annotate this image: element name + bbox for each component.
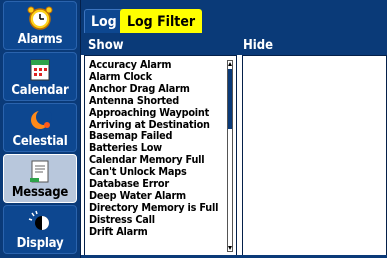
message-log-icon	[30, 160, 49, 183]
scroll-thumb[interactable]	[228, 69, 232, 129]
celestial-icon	[31, 109, 52, 129]
tab-bar: Log Log Filter	[81, 0, 387, 37]
list-item[interactable]: Drift Alarm	[89, 225, 236, 238]
hide-column-header: Hide	[243, 38, 274, 53]
column-headers: Show Hide	[81, 37, 387, 55]
hide-list[interactable]	[242, 55, 387, 256]
sidebar-item-label: Display	[16, 236, 64, 251]
list-item[interactable]: Antenna Shorted	[89, 94, 236, 107]
sidebar-item-celestial[interactable]: Celestial	[3, 103, 77, 152]
list-item[interactable]: Approaching Waypoint	[89, 106, 236, 119]
tab-log-filter[interactable]: Log Filter	[120, 9, 203, 33]
sidebar-item-label: Celestial	[12, 134, 68, 149]
sidebar-item-display[interactable]: Display	[3, 205, 77, 254]
sidebar-item-calendar[interactable]: Calendar	[3, 52, 77, 101]
list-item[interactable]: Distress Call	[89, 213, 236, 226]
list-item[interactable]: Directory Memory is Full	[89, 201, 236, 214]
alarm-clock-icon	[27, 6, 53, 30]
sidebar: Alarms Calendar Celestial Message Displa…	[0, 0, 81, 258]
show-column-header: Show	[88, 38, 124, 53]
sidebar-item-label: Message	[11, 185, 69, 200]
calendar-icon	[30, 59, 50, 81]
show-list-scrollbar[interactable]	[227, 60, 233, 252]
scroll-up-arrow-icon[interactable]	[228, 62, 232, 66]
sidebar-item-alarms[interactable]: Alarms	[3, 1, 77, 50]
sidebar-item-message[interactable]: Message	[3, 154, 77, 203]
sidebar-item-label: Calendar	[11, 83, 69, 98]
display-icon	[28, 210, 49, 230]
list-item[interactable]: Anchor Drag Alarm	[89, 82, 236, 95]
sidebar-item-label: Alarms	[17, 32, 63, 47]
show-list[interactable]: Accuracy Alarm Alarm Clock Anchor Drag A…	[84, 55, 237, 256]
tab-log[interactable]: Log	[84, 9, 124, 33]
scroll-down-arrow-icon[interactable]	[228, 246, 232, 250]
